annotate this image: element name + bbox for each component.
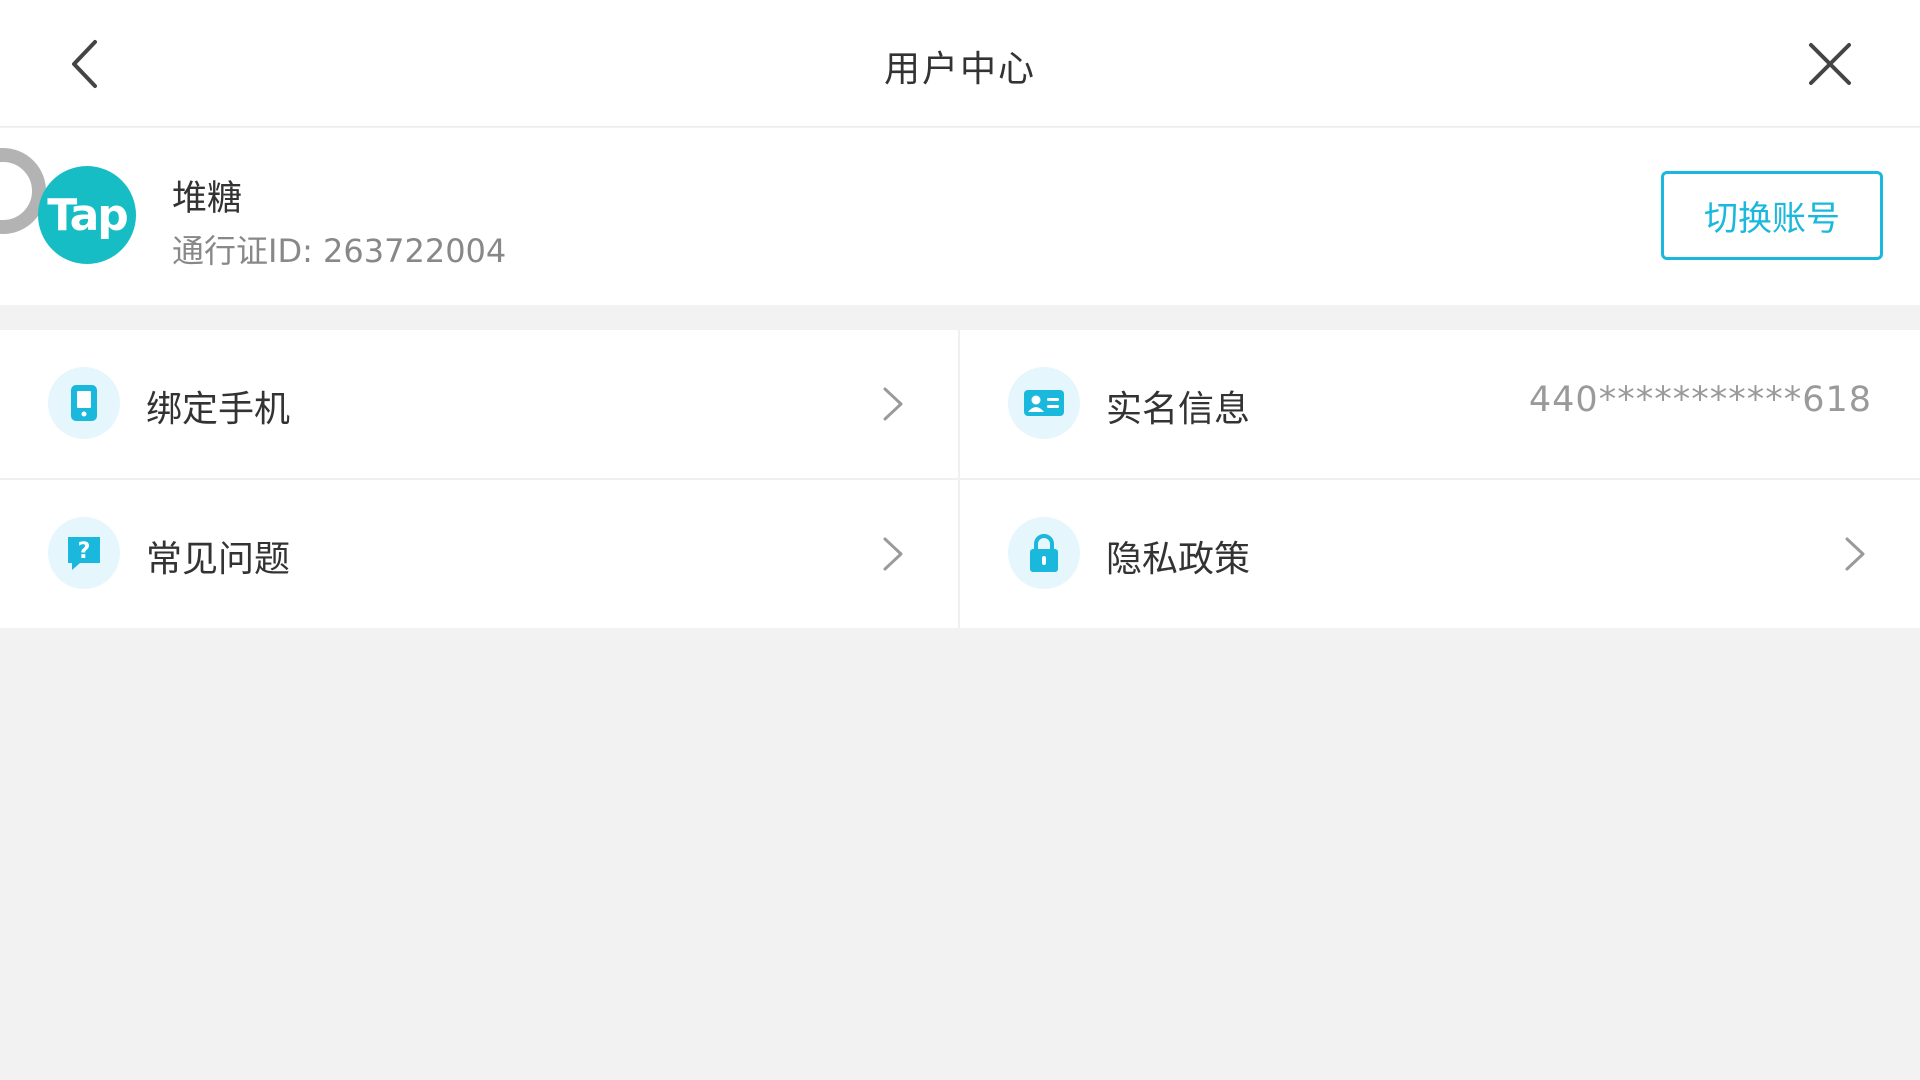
phone-icon	[48, 367, 120, 439]
menu-grid: 绑定手机 实名信息 440***********618 ? 常见问题 隐私政策	[0, 330, 1920, 628]
menu-item-label: 隐私政策	[1106, 539, 1251, 580]
account-card	[0, 128, 1920, 305]
lock-icon	[1008, 517, 1080, 589]
chevron-right-icon	[1840, 534, 1870, 574]
menu-item-real-name[interactable]: 实名信息 440***********618	[960, 330, 1920, 478]
svg-text:?: ?	[78, 539, 91, 564]
id-card-icon	[1008, 367, 1080, 439]
close-icon	[1809, 43, 1851, 85]
masked-id-number: 440***********618	[1528, 380, 1872, 420]
header-bar: 用户中心	[0, 0, 1920, 127]
chevron-right-icon	[878, 534, 908, 574]
menu-item-label: 实名信息	[1106, 389, 1251, 430]
switch-account-button[interactable]: 切换账号	[1661, 171, 1883, 260]
username: 堆糖	[172, 179, 243, 219]
question-icon: ?	[48, 517, 120, 589]
menu-item-privacy[interactable]: 隐私政策	[960, 480, 1920, 628]
menu-item-bind-phone[interactable]: 绑定手机	[0, 330, 958, 478]
close-button[interactable]	[1800, 34, 1860, 94]
menu-item-faq[interactable]: ? 常见问题	[0, 480, 958, 628]
avatar: Tap	[38, 166, 136, 264]
menu-item-label: 常见问题	[146, 539, 291, 580]
chevron-right-icon	[878, 384, 908, 424]
page-title: 用户中心	[883, 49, 1036, 90]
pass-id: 通行证ID: 263722004	[172, 232, 507, 270]
menu-item-label: 绑定手机	[146, 389, 291, 430]
